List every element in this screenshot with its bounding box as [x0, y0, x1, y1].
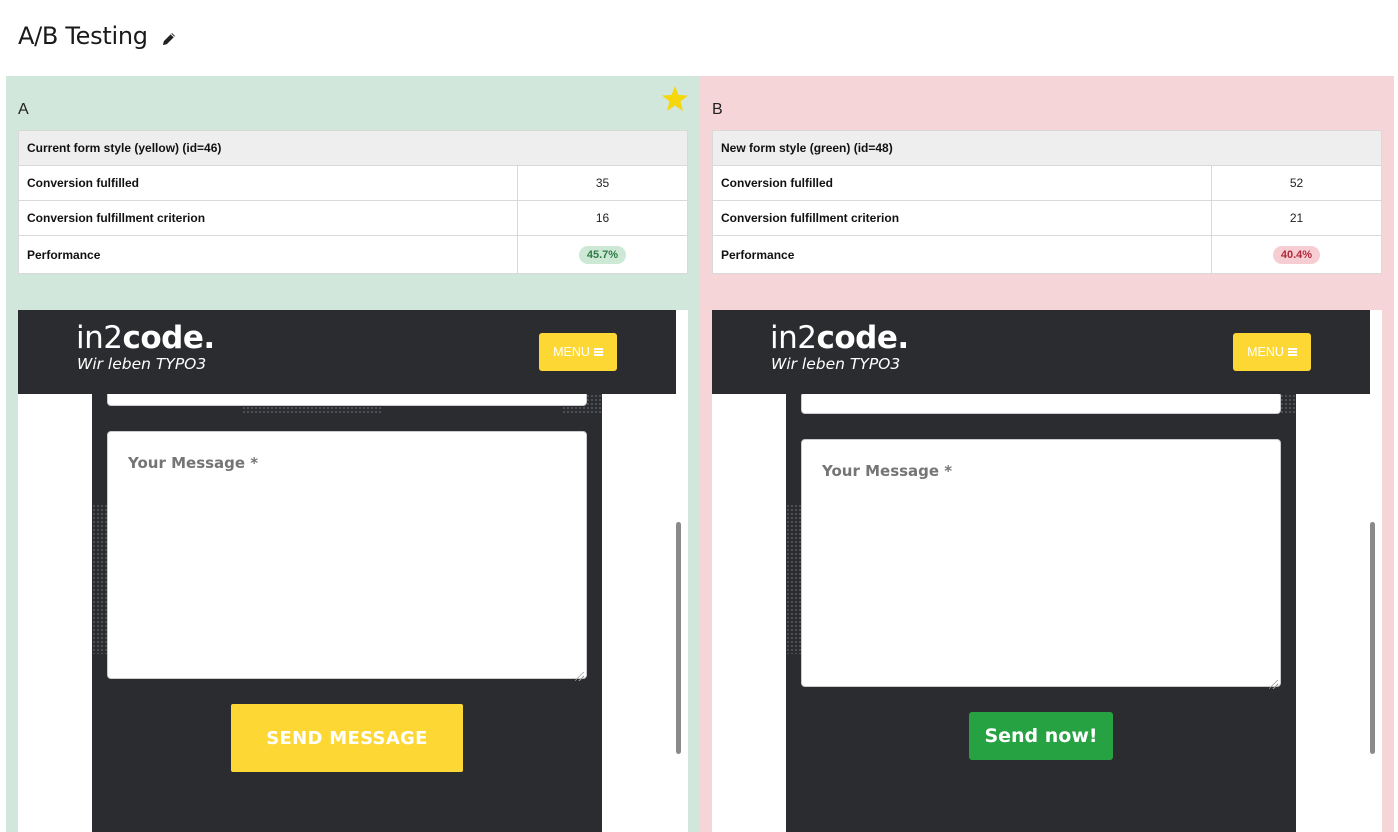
- preview-scrollbar[interactable]: [676, 310, 682, 832]
- performance-row: Performance 45.7%: [18, 235, 688, 274]
- in2code-logo[interactable]: in2code. Wir leben TYPO3: [76, 322, 215, 373]
- performance-badge: 45.7%: [578, 245, 627, 264]
- logo-tagline: Wir leben TYPO3: [77, 355, 207, 373]
- bars-icon: [593, 348, 603, 356]
- row-value: 35: [517, 165, 688, 201]
- previous-input-field[interactable]: [801, 394, 1281, 414]
- send-now-button[interactable]: Send now!: [969, 712, 1113, 760]
- contact-form-area: SEND MESSAGE: [92, 394, 602, 832]
- variant-a-stats-table: Current form style (yellow) (id=46) Conv…: [18, 130, 688, 274]
- table-row: Conversion fulfillment criterion 21: [712, 200, 1382, 236]
- variant-b-panel: B New form style (green) (id=48) Convers…: [700, 76, 1394, 832]
- row-value: 52: [1211, 165, 1382, 201]
- logo-tagline: Wir leben TYPO3: [771, 355, 901, 373]
- variant-a-panel: A Current form style (yellow) (id=46) Co…: [6, 76, 700, 832]
- bars-icon: [1287, 348, 1297, 356]
- table-row: Conversion fulfillment criterion 16: [18, 200, 688, 236]
- star-icon[interactable]: [660, 84, 690, 114]
- form-name-header: New form style (green) (id=48): [712, 130, 1382, 166]
- page-header: A/B Testing: [18, 18, 178, 54]
- resize-grip-icon[interactable]: [1269, 680, 1278, 689]
- message-textarea[interactable]: [801, 439, 1281, 687]
- contact-form-area: Send now!: [786, 394, 1296, 832]
- menu-button[interactable]: MENU: [539, 333, 617, 371]
- page-title: A/B Testing: [18, 22, 148, 50]
- row-label: Conversion fulfillment criterion: [18, 200, 518, 236]
- form-name-header: Current form style (yellow) (id=46): [18, 130, 688, 166]
- variant-a-label: A: [18, 101, 29, 118]
- menu-label: MENU: [553, 345, 590, 359]
- performance-row: Performance 40.4%: [712, 235, 1382, 274]
- performance-badge: 40.4%: [1272, 245, 1321, 264]
- table-row: Conversion fulfilled 35: [18, 165, 688, 201]
- row-label: Conversion fulfillment criterion: [712, 200, 1212, 236]
- variant-b-preview: in2code. Wir leben TYPO3 MENU Send now!: [712, 310, 1382, 832]
- scrollbar-thumb[interactable]: [676, 522, 681, 754]
- row-label: Conversion fulfilled: [712, 165, 1212, 201]
- resize-grip-icon[interactable]: [575, 672, 584, 681]
- menu-label: MENU: [1247, 345, 1284, 359]
- variant-a-preview: in2code. Wir leben TYPO3 MENU SEND MESSA…: [18, 310, 688, 832]
- row-label: Conversion fulfilled: [18, 165, 518, 201]
- table-row: Conversion fulfilled 52: [712, 165, 1382, 201]
- performance-label: Performance: [18, 235, 518, 274]
- site-header: in2code. Wir leben TYPO3 MENU: [18, 310, 676, 394]
- previous-input-field[interactable]: [107, 394, 587, 406]
- row-value: 16: [517, 200, 688, 236]
- in2code-logo[interactable]: in2code. Wir leben TYPO3: [770, 322, 909, 373]
- message-textarea[interactable]: [107, 431, 587, 679]
- variant-b-stats-table: New form style (green) (id=48) Conversio…: [712, 130, 1382, 274]
- menu-button[interactable]: MENU: [1233, 333, 1311, 371]
- variant-b-label: B: [712, 101, 723, 118]
- row-value: 21: [1211, 200, 1382, 236]
- site-header: in2code. Wir leben TYPO3 MENU: [712, 310, 1370, 394]
- pencil-icon[interactable]: [160, 30, 178, 48]
- performance-label: Performance: [712, 235, 1212, 274]
- preview-scrollbar[interactable]: [1370, 310, 1376, 832]
- scrollbar-thumb[interactable]: [1370, 522, 1375, 754]
- send-message-button[interactable]: SEND MESSAGE: [231, 704, 463, 772]
